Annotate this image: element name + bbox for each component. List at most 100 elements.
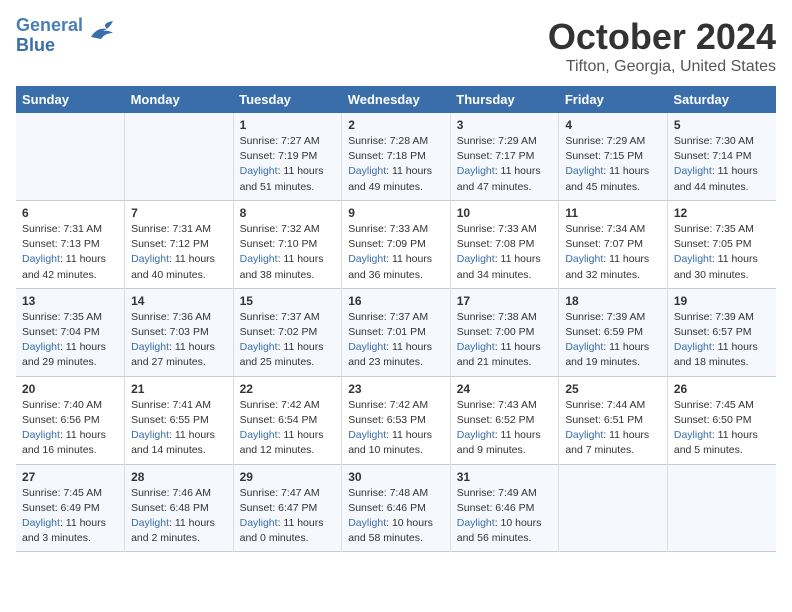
sunset-text: Sunset: 7:05 PM <box>674 238 752 250</box>
sunrise-text: Sunrise: 7:38 AM <box>457 311 537 323</box>
month-title: October 2024 <box>548 16 776 58</box>
day-info: Sunrise: 7:35 AMSunset: 7:05 PMDaylight:… <box>674 222 770 283</box>
day-info: Sunrise: 7:33 AMSunset: 7:09 PMDaylight:… <box>348 222 444 283</box>
sunset-text: Sunset: 7:09 PM <box>348 238 426 250</box>
day-number: 29 <box>240 470 336 484</box>
day-number: 20 <box>22 382 118 396</box>
sunset-text: Sunset: 7:14 PM <box>674 150 752 162</box>
sunrise-text: Sunrise: 7:31 AM <box>22 223 102 235</box>
day-info: Sunrise: 7:47 AMSunset: 6:47 PMDaylight:… <box>240 486 336 547</box>
daylight-label: Daylight <box>565 429 603 441</box>
calendar-week-row: 13Sunrise: 7:35 AMSunset: 7:04 PMDayligh… <box>16 288 776 376</box>
sunrise-text: Sunrise: 7:45 AM <box>22 487 102 499</box>
day-number: 18 <box>565 294 661 308</box>
day-info: Sunrise: 7:37 AMSunset: 7:02 PMDaylight:… <box>240 310 336 371</box>
sunset-text: Sunset: 6:46 PM <box>348 502 426 514</box>
calendar-table: SundayMondayTuesdayWednesdayThursdayFrid… <box>16 86 776 552</box>
sunrise-text: Sunrise: 7:49 AM <box>457 487 537 499</box>
sunrise-text: Sunrise: 7:39 AM <box>674 311 754 323</box>
sunset-text: Sunset: 6:51 PM <box>565 414 643 426</box>
sunset-text: Sunset: 7:01 PM <box>348 326 426 338</box>
calendar-cell: 22Sunrise: 7:42 AMSunset: 6:54 PMDayligh… <box>233 376 342 464</box>
day-number: 21 <box>131 382 227 396</box>
day-info: Sunrise: 7:42 AMSunset: 6:53 PMDaylight:… <box>348 398 444 459</box>
day-info: Sunrise: 7:30 AMSunset: 7:14 PMDaylight:… <box>674 134 770 195</box>
day-number: 8 <box>240 206 336 220</box>
day-info: Sunrise: 7:49 AMSunset: 6:46 PMDaylight:… <box>457 486 553 547</box>
calendar-cell: 6Sunrise: 7:31 AMSunset: 7:13 PMDaylight… <box>16 200 125 288</box>
day-info: Sunrise: 7:45 AMSunset: 6:49 PMDaylight:… <box>22 486 118 547</box>
day-info: Sunrise: 7:43 AMSunset: 6:52 PMDaylight:… <box>457 398 553 459</box>
sunset-text: Sunset: 6:57 PM <box>674 326 752 338</box>
daylight-label: Daylight <box>348 429 386 441</box>
daylight-label: Daylight <box>457 165 495 177</box>
day-info: Sunrise: 7:31 AMSunset: 7:12 PMDaylight:… <box>131 222 227 283</box>
day-number: 9 <box>348 206 444 220</box>
col-header-sunday: Sunday <box>16 86 125 113</box>
daylight-label: Daylight <box>674 429 712 441</box>
day-number: 25 <box>565 382 661 396</box>
sunrise-text: Sunrise: 7:34 AM <box>565 223 645 235</box>
day-info: Sunrise: 7:29 AMSunset: 7:15 PMDaylight:… <box>565 134 661 195</box>
day-number: 11 <box>565 206 661 220</box>
sunset-text: Sunset: 7:02 PM <box>240 326 318 338</box>
sunset-text: Sunset: 7:08 PM <box>457 238 535 250</box>
day-info: Sunrise: 7:34 AMSunset: 7:07 PMDaylight:… <box>565 222 661 283</box>
daylight-label: Daylight <box>674 341 712 353</box>
day-number: 30 <box>348 470 444 484</box>
calendar-cell <box>125 113 234 200</box>
day-number: 16 <box>348 294 444 308</box>
sunrise-text: Sunrise: 7:41 AM <box>131 399 211 411</box>
calendar-cell: 20 Sunrise: 7:40 AMSunset: 6:56 PMDayligh… <box>16 376 125 464</box>
logo-text: General <box>16 16 83 36</box>
day-info: Sunrise: 7:28 AMSunset: 7:18 PMDaylight:… <box>348 134 444 195</box>
sunset-text: Sunset: 7:15 PM <box>565 150 643 162</box>
calendar-cell: 27Sunrise: 7:45 AMSunset: 6:49 PMDayligh… <box>16 464 125 552</box>
day-number: 10 <box>457 206 553 220</box>
calendar-cell: 10Sunrise: 7:33 AMSunset: 7:08 PMDayligh… <box>450 200 559 288</box>
sunrise-text: Sunrise: 7:48 AM <box>348 487 428 499</box>
daylight-label: Daylight <box>457 253 495 265</box>
sunrise-text: Sunrise: 7:27 AM <box>240 135 320 147</box>
day-number: 17 <box>457 294 553 308</box>
day-number: 3 <box>457 118 553 132</box>
day-info: Sunrise: 7:45 AMSunset: 6:50 PMDaylight:… <box>674 398 770 459</box>
daylight-label: Daylight <box>22 429 60 441</box>
calendar-week-row: 6Sunrise: 7:31 AMSunset: 7:13 PMDaylight… <box>16 200 776 288</box>
calendar-cell: 31Sunrise: 7:49 AMSunset: 6:46 PMDayligh… <box>450 464 559 552</box>
day-info: Sunrise: 7:31 AMSunset: 7:13 PMDaylight:… <box>22 222 118 283</box>
calendar-cell: 8Sunrise: 7:32 AMSunset: 7:10 PMDaylight… <box>233 200 342 288</box>
sunset-text: Sunset: 6:53 PM <box>348 414 426 426</box>
day-info: Sunrise: 7:39 AMSunset: 6:59 PMDaylight:… <box>565 310 661 371</box>
sunrise-text: Sunrise: 7:47 AM <box>240 487 320 499</box>
daylight-label: Daylight <box>457 429 495 441</box>
daylight-label: Daylight <box>131 429 169 441</box>
day-info: Sunrise: 7:38 AMSunset: 7:00 PMDaylight:… <box>457 310 553 371</box>
sunset-text: Sunset: 6:47 PM <box>240 502 318 514</box>
day-number: 26 <box>674 382 770 396</box>
day-info: Sunrise: 7:40 AMSunset: 6:56 PMDaylight:… <box>22 398 118 459</box>
daylight-label: Daylight <box>240 253 278 265</box>
calendar-cell: 16Sunrise: 7:37 AMSunset: 7:01 PMDayligh… <box>342 288 451 376</box>
col-header-tuesday: Tuesday <box>233 86 342 113</box>
calendar-cell: 15Sunrise: 7:37 AMSunset: 7:02 PMDayligh… <box>233 288 342 376</box>
sunset-text: Sunset: 7:13 PM <box>22 238 100 250</box>
calendar-cell <box>667 464 776 552</box>
daylight-label: Daylight <box>22 341 60 353</box>
day-number: 23 <box>348 382 444 396</box>
daylight-label: Daylight <box>348 517 386 529</box>
sunrise-text: Sunrise: 7:40 AM <box>22 399 102 411</box>
day-number: 14 <box>131 294 227 308</box>
sunrise-text: Sunrise: 7:29 AM <box>457 135 537 147</box>
day-number: 2 <box>348 118 444 132</box>
sunset-text: Sunset: 7:03 PM <box>131 326 209 338</box>
col-header-saturday: Saturday <box>667 86 776 113</box>
day-number: 24 <box>457 382 553 396</box>
sunrise-text: Sunrise: 7:45 AM <box>674 399 754 411</box>
day-info: Sunrise: 7:42 AMSunset: 6:54 PMDaylight:… <box>240 398 336 459</box>
sunrise-text: Sunrise: 7:42 AM <box>240 399 320 411</box>
calendar-cell: 9Sunrise: 7:33 AMSunset: 7:09 PMDaylight… <box>342 200 451 288</box>
calendar-cell: 4Sunrise: 7:29 AMSunset: 7:15 PMDaylight… <box>559 113 668 200</box>
daylight-label: Daylight <box>348 253 386 265</box>
calendar-cell: 14Sunrise: 7:36 AMSunset: 7:03 PMDayligh… <box>125 288 234 376</box>
